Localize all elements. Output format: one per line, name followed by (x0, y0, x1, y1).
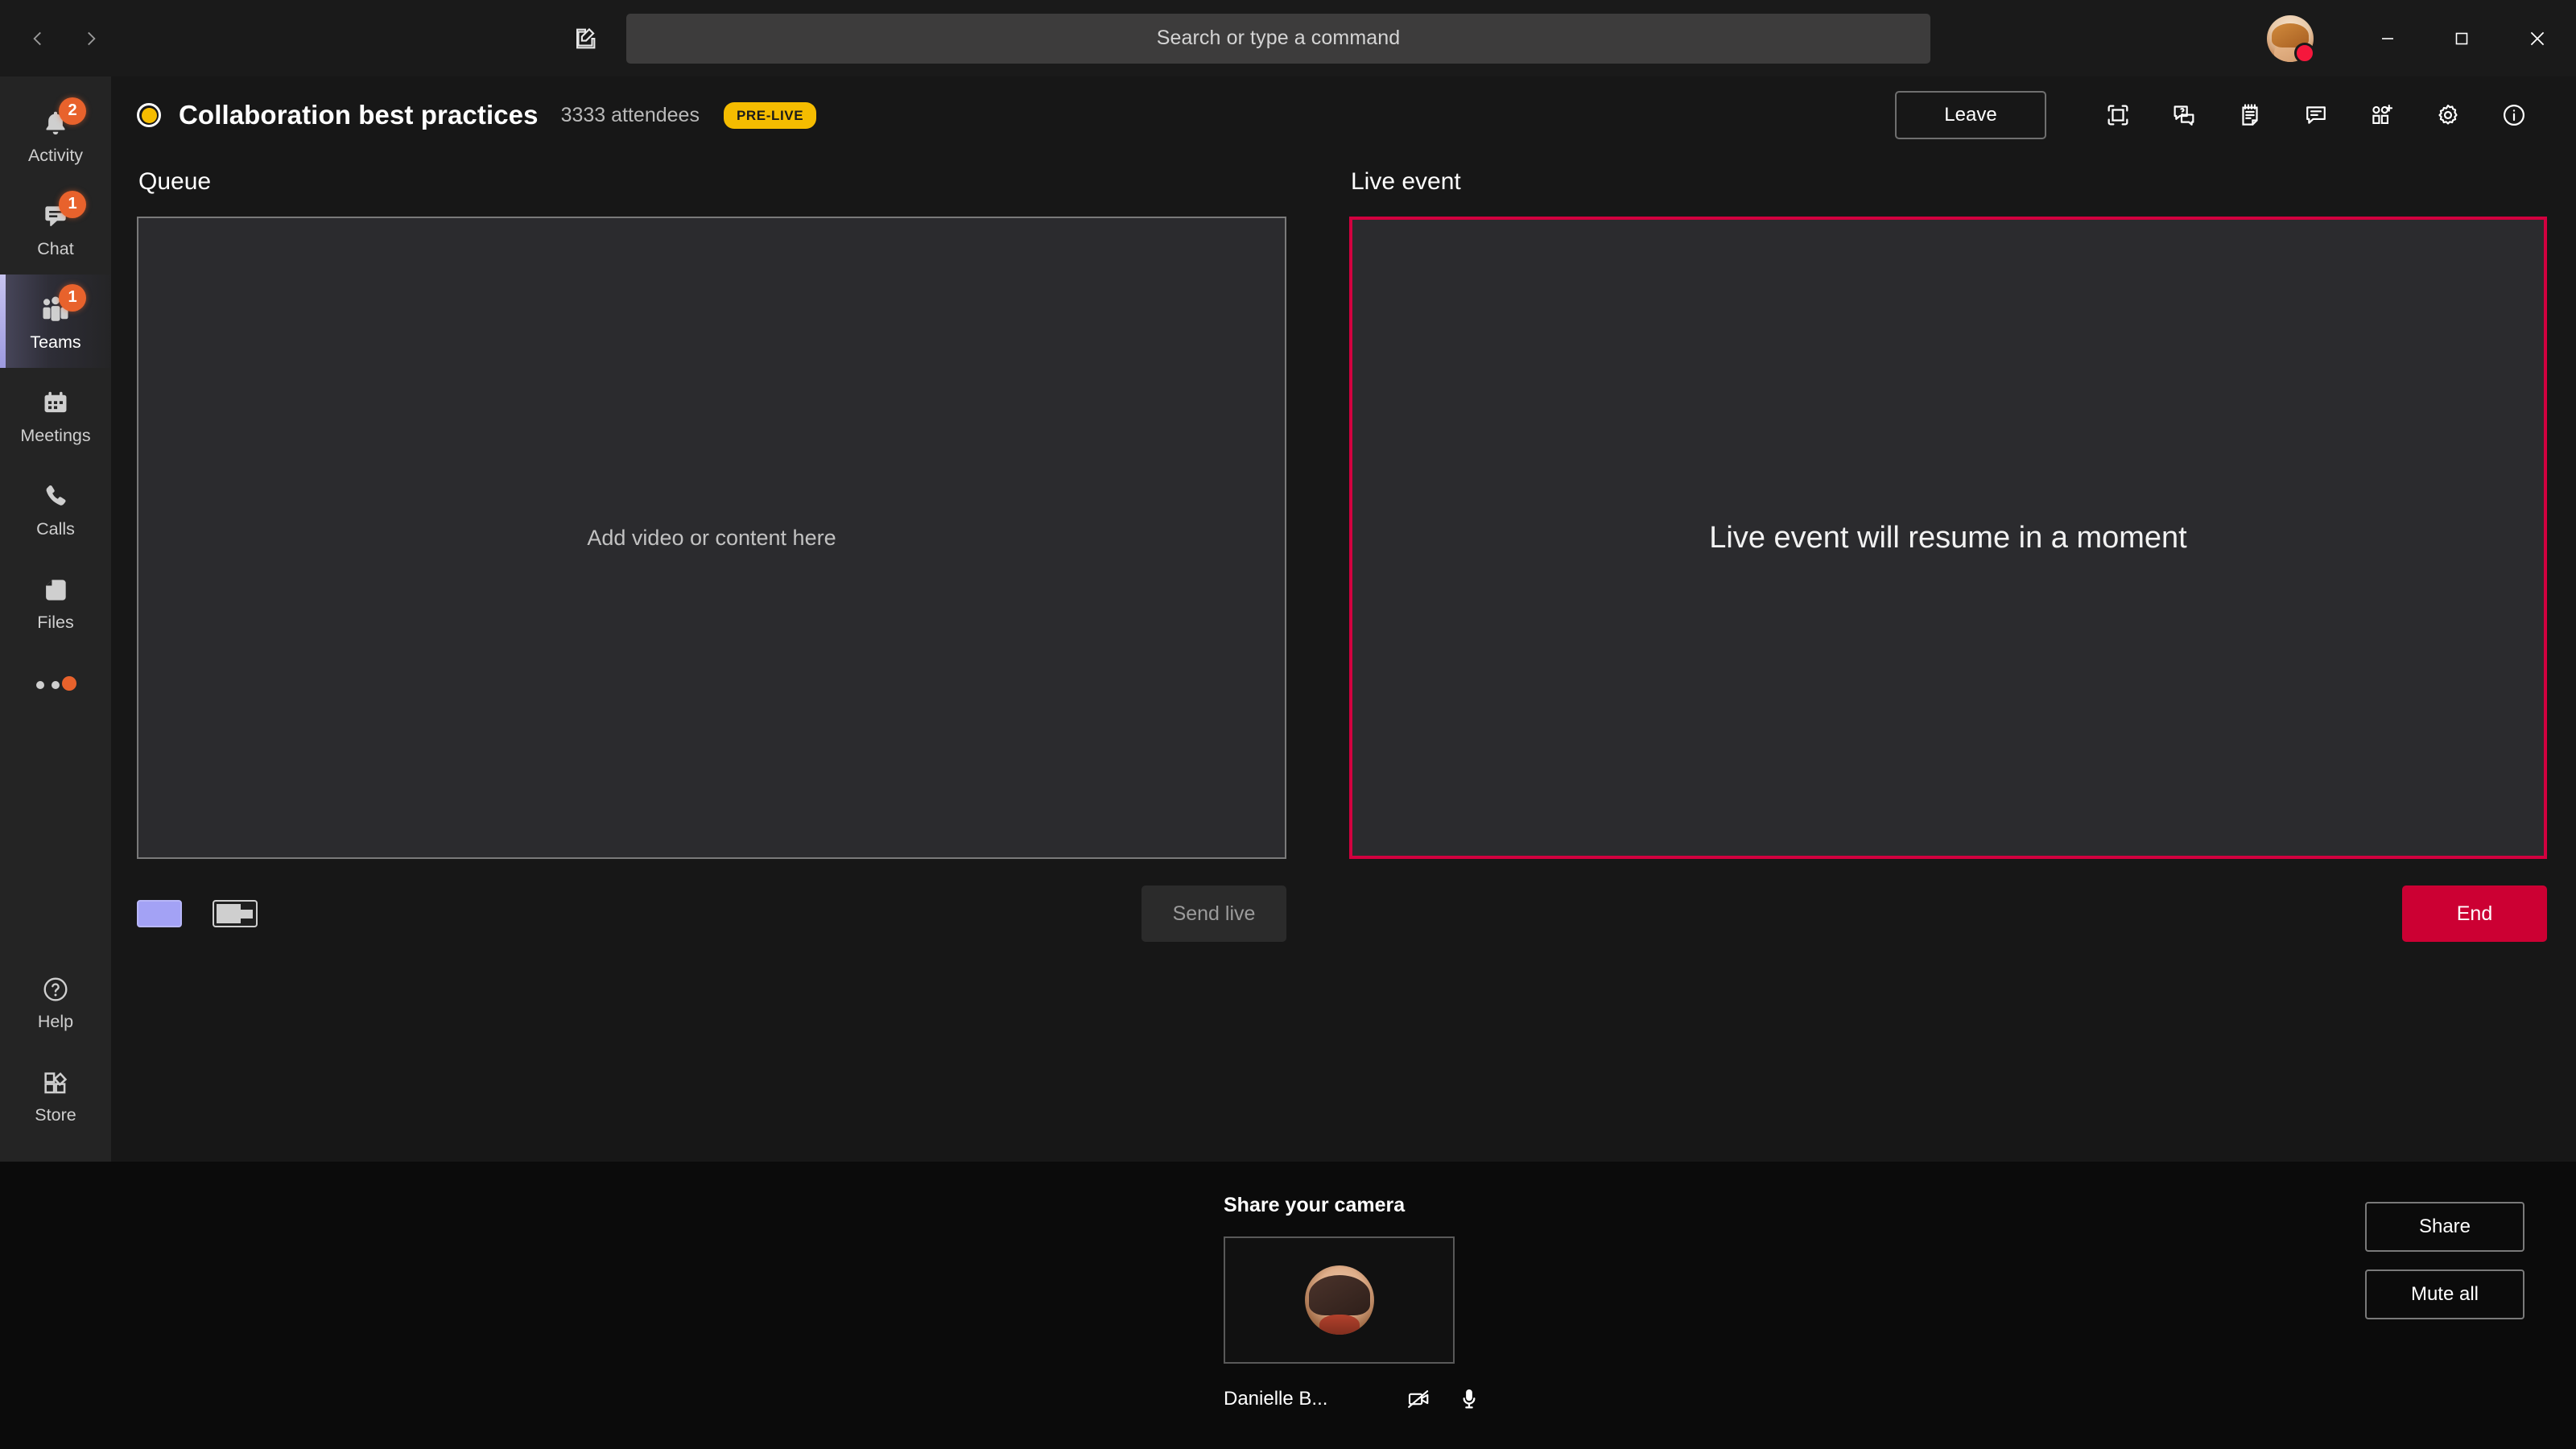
camera-controls-row: Danielle B... (1224, 1381, 1487, 1417)
layout-single-icon[interactable] (137, 900, 182, 927)
queue-placeholder-text: Add video or content here (587, 525, 836, 550)
search-placeholder: Search or type a command (1156, 27, 1401, 49)
new-chat-icon[interactable] (562, 15, 609, 62)
producer-panels: Queue Add video or content here Send liv… (111, 154, 2576, 947)
files-icon (34, 572, 77, 609)
live-footer: End (1349, 859, 2547, 947)
fit-to-frame-icon[interactable] (2085, 88, 2151, 142)
window-controls-group (2267, 0, 2576, 76)
chat-icon: 1 (34, 190, 86, 235)
sidebar-item-chat[interactable]: 1 Chat (0, 181, 111, 275)
main-content-area: Collaboration best practices 3333 attend… (111, 76, 2576, 1162)
sidebar-item-label: Calls (36, 518, 75, 539)
sidebar-item-store[interactable]: Store (0, 1047, 111, 1141)
live-event-message: Live event will resume in a moment (1709, 520, 2187, 555)
activity-badge: 2 (59, 97, 86, 125)
close-button[interactable] (2499, 0, 2576, 76)
sidebar-item-label: Help (37, 1011, 74, 1031)
mute-all-button[interactable]: Mute all (2365, 1269, 2524, 1319)
bell-icon: 2 (34, 97, 86, 142)
end-button[interactable]: End (2402, 886, 2547, 942)
user-avatar[interactable] (2267, 14, 2315, 64)
sidebar-item-label: Teams (30, 332, 81, 352)
sidebar-bottom-group: Help Store (0, 954, 111, 1162)
participant-name: Danielle B... (1224, 1388, 1328, 1410)
sidebar-item-teams[interactable]: 1 Teams (0, 275, 111, 368)
share-camera-title: Share your camera (1224, 1194, 1406, 1216)
event-status-indicator-icon (137, 103, 161, 127)
app-body: 2 Activity 1 Chat 1 Teams Meetings Calls… (0, 76, 2576, 1162)
title-bar: Search or type a command (0, 0, 2576, 76)
queue-stage[interactable]: Add video or content here (137, 217, 1286, 859)
leave-button[interactable]: Leave (1895, 91, 2046, 139)
sidebar-item-label: Files (37, 612, 74, 632)
presence-status-badge (2294, 42, 2315, 64)
attendee-count: 3333 attendees (560, 103, 700, 126)
status-badge: PRE-LIVE (723, 101, 817, 129)
sidebar-item-activity[interactable]: 2 Activity (0, 88, 111, 181)
store-icon (34, 1064, 77, 1101)
queue-panel-title: Queue (138, 168, 212, 195)
participant-avatar (1304, 1265, 1374, 1335)
live-panel-title: Live event (1351, 168, 1461, 195)
teams-live-event-producer-window: Search or type a command 2 Activity 1 Ch… (0, 0, 2576, 1449)
microphone-icon[interactable] (1451, 1381, 1487, 1417)
share-button[interactable]: Share (2365, 1202, 2524, 1252)
camera-preview-thumbnail[interactable] (1224, 1236, 1455, 1364)
navigation-arrows (0, 18, 111, 60)
chat-icon[interactable] (2283, 88, 2349, 142)
camera-control-icons (1402, 1381, 1487, 1417)
phone-icon (34, 478, 77, 515)
sidebar-item-meetings[interactable]: Meetings (0, 368, 111, 461)
more-notification-dot (62, 676, 76, 691)
calendar-icon (34, 385, 77, 422)
meeting-notes-icon[interactable] (2217, 88, 2283, 142)
sidebar-item-files[interactable]: Files (0, 555, 111, 648)
layout-selector (137, 900, 258, 927)
chat-badge: 1 (59, 190, 86, 218)
camera-off-icon[interactable] (1402, 1381, 1437, 1417)
help-icon (34, 971, 77, 1008)
page-title: Collaboration best practices (179, 100, 539, 130)
share-camera-section: Share your camera Danielle B... (1224, 1194, 1487, 1417)
event-header: Collaboration best practices 3333 attend… (111, 76, 2576, 154)
back-button[interactable] (18, 18, 58, 60)
send-live-button[interactable]: Send live (1141, 886, 1286, 942)
live-event-panel: Live event Live event will resume in a m… (1349, 154, 2547, 947)
info-icon[interactable] (2481, 88, 2547, 142)
sidebar-item-label: Activity (27, 145, 84, 165)
minimize-button[interactable] (2351, 0, 2425, 76)
sidebar-item-label: Store (35, 1104, 76, 1125)
forward-button[interactable] (71, 18, 111, 60)
teams-badge: 1 (59, 283, 86, 312)
maximize-button[interactable] (2425, 0, 2499, 76)
ellipsis-icon (36, 676, 76, 691)
bottom-control-bar: Share your camera Danielle B... Share Mu… (0, 1162, 2576, 1449)
search-input[interactable]: Search or type a command (626, 13, 1930, 64)
teams-icon: 1 (34, 283, 86, 328)
sidebar-item-help[interactable]: Help (0, 954, 111, 1047)
add-people-icon[interactable] (2349, 88, 2415, 142)
event-header-actions: Leave (1895, 88, 2547, 142)
live-event-stage: Live event will resume in a moment (1349, 217, 2547, 859)
sidebar-item-calls[interactable]: Calls (0, 461, 111, 555)
queue-panel: Queue Add video or content here Send liv… (137, 154, 1286, 947)
queue-footer: Send live (137, 859, 1286, 947)
qna-icon[interactable] (2151, 88, 2217, 142)
settings-gear-icon[interactable] (2415, 88, 2481, 142)
sidebar-item-label: Chat (37, 238, 74, 258)
sidebar-item-more[interactable] (0, 648, 111, 722)
layout-picture-in-picture-icon[interactable] (213, 900, 258, 927)
sidebar-item-label: Meetings (20, 425, 91, 445)
left-navigation-rail: 2 Activity 1 Chat 1 Teams Meetings Calls… (0, 76, 111, 1162)
bottom-action-buttons: Share Mute all (2365, 1202, 2524, 1319)
